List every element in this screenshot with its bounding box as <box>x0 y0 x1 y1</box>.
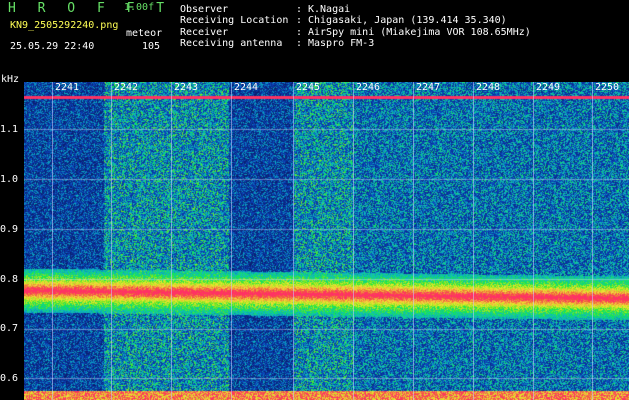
y-tick-1-0: 1.0 <box>0 174 19 185</box>
app-version: 1.00f <box>124 2 155 13</box>
waterfall-spectrogram[interactable] <box>24 82 629 400</box>
info-sep-location: : <box>296 15 303 26</box>
info-label-location: Receiving Location <box>180 15 289 26</box>
waterfall-canvas <box>24 82 629 400</box>
header-panel: H R O F F T 1.00f KN9_2505292240.png met… <box>0 0 629 85</box>
y-axis-unit: kHz <box>1 74 20 85</box>
x-tick-2241: 2241 <box>55 82 80 93</box>
y-tick-0-6: 0.6 <box>0 373 19 384</box>
x-gridline <box>111 82 112 400</box>
x-gridline <box>52 82 53 400</box>
datetime-label: 25.05.29 22:40 <box>10 41 95 52</box>
x-tick-2248: 2248 <box>476 82 501 93</box>
x-tick-2245: 2245 <box>296 82 321 93</box>
info-sep-antenna: : <box>296 38 303 49</box>
mode-label: meteor <box>126 28 163 39</box>
x-gridline <box>413 82 414 400</box>
x-tick-2244: 2244 <box>234 82 259 93</box>
x-gridline <box>533 82 534 400</box>
x-tick-2243: 2243 <box>174 82 199 93</box>
file-name: KN9_2505292240.png <box>10 20 119 31</box>
info-value-location: Chigasaki, Japan (139.414 35.340) <box>308 15 507 26</box>
info-value-antenna: Maspro FM-3 <box>308 38 375 49</box>
y-tick-1-1: 1.1 <box>0 124 19 135</box>
info-label-antenna: Receiving antenna <box>180 38 283 49</box>
x-gridline <box>293 82 294 400</box>
y-tick-0-9: 0.9 <box>0 224 19 235</box>
x-gridline <box>171 82 172 400</box>
x-tick-2246: 2246 <box>356 82 381 93</box>
x-gridline <box>473 82 474 400</box>
x-gridline <box>592 82 593 400</box>
x-tick-2242: 2242 <box>114 82 139 93</box>
y-tick-0-7: 0.7 <box>0 323 19 334</box>
y-tick-0-8: 0.8 <box>0 274 19 285</box>
count-label: 105 <box>142 41 161 52</box>
x-gridline <box>353 82 354 400</box>
x-tick-2247: 2247 <box>416 82 441 93</box>
x-tick-2250: 2250 <box>595 82 620 93</box>
x-gridline <box>231 82 232 400</box>
x-tick-2249: 2249 <box>536 82 561 93</box>
